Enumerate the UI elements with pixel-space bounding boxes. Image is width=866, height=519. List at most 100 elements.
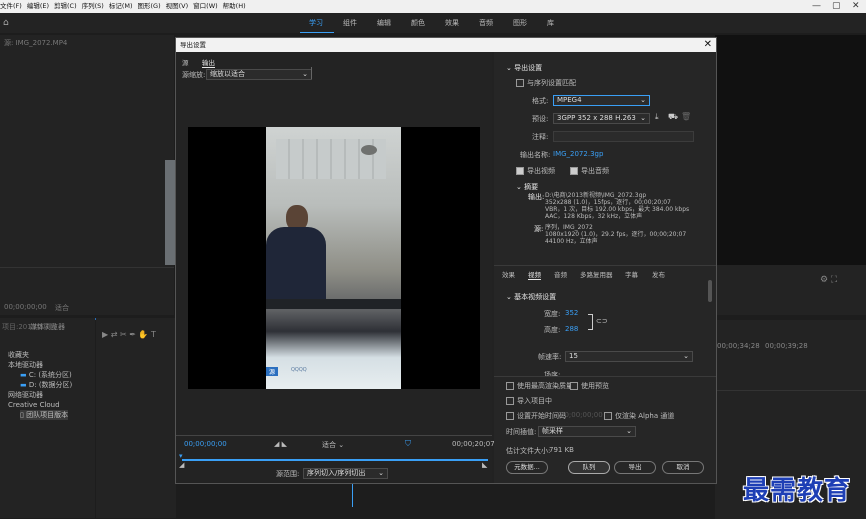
tab-output[interactable]: 输出	[202, 57, 215, 68]
tab-effects[interactable]: 效果	[502, 269, 515, 279]
menu-file[interactable]: 文件(F)	[0, 0, 27, 13]
checkbox	[570, 382, 578, 390]
frame-rate-select[interactable]: 15 ⌄	[565, 351, 693, 362]
export-button[interactable]: 导出	[614, 461, 656, 474]
tree-creative-cloud[interactable]: Creative Cloud	[8, 401, 60, 409]
source-scaling-select[interactable]: 缩放以适合 ⌄	[206, 69, 312, 80]
start-timecode-input[interactable]: 00;00;00;00	[560, 411, 603, 419]
export-video-checkbox[interactable]: 导出视频	[516, 166, 555, 176]
height-label: 高度:	[544, 326, 561, 334]
import-preset-icon[interactable]: ⛟	[668, 112, 678, 122]
home-icon[interactable]: ⌂	[3, 18, 13, 28]
queue-button[interactable]: 队列	[568, 461, 610, 474]
tree-favorites[interactable]: 收藏夹	[8, 350, 29, 360]
source-fit-select[interactable]: 适合	[55, 303, 69, 313]
time-interp-value: 帧采样	[542, 427, 563, 435]
menu-help[interactable]: 帮助(H)	[223, 0, 251, 13]
menu-view[interactable]: 视图(V)	[166, 0, 194, 13]
import-into-project-checkbox[interactable]: 导入项目中	[506, 396, 552, 406]
workspace-audio[interactable]: 音频	[479, 13, 493, 33]
height-value[interactable]: 288	[565, 325, 578, 333]
summary-output-line: AAC，128 Kbps，32 kHz，立体声	[545, 213, 643, 220]
comments-input[interactable]	[553, 131, 694, 142]
video-frame: 源 QQQQ	[266, 127, 401, 389]
out-point-icon[interactable]: ◣	[482, 461, 487, 469]
export-settings-header[interactable]: ⌄ 导出设置	[506, 63, 542, 73]
summary-output-label: 输出:	[528, 193, 545, 201]
workspace-editing[interactable]: 编辑	[377, 13, 391, 33]
workspace-learning[interactable]: 学习	[309, 13, 323, 33]
workspace-libraries[interactable]: 库	[547, 13, 554, 33]
summary-output-line: VBR，1 次，目标 192.00 kbps，最大 384.00 kbps	[545, 206, 690, 213]
preview-fit-select[interactable]: 适合 ⌄	[322, 440, 344, 450]
in-point-icon[interactable]: ◢	[179, 461, 184, 469]
export-audio-checkbox[interactable]: 导出音频	[570, 166, 609, 176]
menu-edit[interactable]: 编辑(E)	[27, 0, 54, 13]
tab-multiplexer[interactable]: 多路复用器	[580, 269, 613, 279]
render-alpha-label: 仅渲染 Alpha 通道	[615, 412, 675, 420]
tab-audio[interactable]: 音频	[554, 269, 567, 279]
tree-team-projects[interactable]: ▯ 团队项目版本	[20, 410, 69, 420]
dialog-close-button[interactable]: ✕	[704, 38, 712, 52]
width-value[interactable]: 352	[565, 309, 578, 317]
workspace-color[interactable]: 颜色	[411, 13, 425, 33]
match-sequence-checkbox[interactable]: 与序列设置匹配	[516, 78, 576, 88]
cancel-button[interactable]: 取消	[662, 461, 704, 474]
timeline-scrubber[interactable]	[182, 459, 488, 461]
link-icon[interactable]: ⊂⊃	[596, 317, 608, 325]
tab-captions[interactable]: 字幕	[625, 269, 638, 279]
chevron-down-icon: ⌄	[683, 352, 689, 360]
render-alpha-checkbox[interactable]: 仅渲染 Alpha 通道	[604, 411, 674, 421]
tab-video[interactable]: 视频	[528, 269, 541, 280]
tree-network-drives[interactable]: 网络驱动器	[8, 390, 43, 400]
max-render-quality-checkbox[interactable]: 使用最高渲染质量	[506, 381, 573, 391]
settings-scrollbar[interactable]	[708, 280, 712, 302]
menu-window[interactable]: 窗口(W)	[193, 0, 223, 13]
frame-rate-label: 帧速率:	[538, 353, 562, 361]
summary-source-line: 44100 Hz，立体声	[545, 238, 598, 245]
program-monitor-panel: ⚙ ⛶	[715, 35, 866, 315]
tab-source[interactable]: 源	[182, 57, 189, 67]
minimize-button[interactable]: —	[812, 0, 821, 13]
metadata-button[interactable]: 元数据...	[506, 461, 548, 474]
start-timecode-checkbox[interactable]: 设置开始时间码	[506, 411, 566, 421]
summary-source-line: 序列，IMG_2072	[545, 224, 593, 231]
chevron-down-icon: ⌄	[516, 183, 525, 191]
chevron-down-icon: ⌄	[640, 114, 646, 122]
format-select[interactable]: MPEG4 ⌄	[553, 95, 650, 106]
tab-publish[interactable]: 发布	[652, 269, 665, 279]
settings-wrench-icon[interactable]: ⛉	[405, 439, 411, 449]
output-name-link[interactable]: IMG_2072.3gp	[553, 150, 603, 158]
menu-marker[interactable]: 标记(M)	[109, 0, 138, 13]
save-preset-icon[interactable]: ⤓	[655, 112, 659, 122]
restore-button[interactable]: ▢	[832, 0, 841, 13]
menu-clip[interactable]: 剪辑(C)	[54, 0, 82, 13]
comments-label: 注释:	[532, 133, 549, 141]
settings-icon[interactable]: ⚙ ⛶	[820, 275, 837, 285]
summary-header[interactable]: ⌄ 摘要	[516, 182, 538, 192]
preset-select[interactable]: 3GPP 352 x 288 H.263 ⌄	[553, 113, 650, 124]
delete-preset-icon[interactable]: 🗑	[681, 112, 691, 121]
menu-graphics[interactable]: 图形(G)	[138, 0, 166, 13]
tree-local-drives[interactable]: 本地驱动器	[8, 360, 43, 370]
preset-value: 3GPP 352 x 288 H.263	[557, 114, 636, 122]
playhead-icon[interactable]: ▾	[179, 452, 183, 460]
tree-drive-c[interactable]: ▬ C: (系统分区)	[20, 370, 72, 380]
drive-icon: ▬	[20, 371, 29, 379]
mark-in-out-icons[interactable]: ◢ ◣	[274, 440, 287, 448]
menu-sequence[interactable]: 序列(S)	[82, 0, 109, 13]
window-close-button[interactable]: ✕	[852, 0, 860, 13]
workspace-effects[interactable]: 效果	[445, 13, 459, 33]
active-workspace-underline	[300, 32, 334, 33]
tree-drive-d[interactable]: ▬ D: (数据分区)	[20, 380, 72, 390]
chevron-down-icon: ⌄	[626, 427, 632, 435]
workspace-graphics[interactable]: 图形	[513, 13, 527, 33]
use-previews-checkbox[interactable]: 使用预览	[570, 381, 609, 391]
basic-video-header[interactable]: ⌄ 基本视频设置	[506, 292, 556, 302]
tools-icons[interactable]: ▶ ⇄ ✂ ✒ ✋ T	[102, 330, 156, 339]
output-preview: 源 QQQQ	[188, 127, 480, 389]
source-range-select[interactable]: 序列切入/序列切出 ⌄	[303, 468, 388, 479]
media-browser-tab[interactable]: 媒体浏览器	[30, 322, 65, 332]
workspace-assembly[interactable]: 组件	[343, 13, 357, 33]
time-interp-select[interactable]: 帧采样 ⌄	[538, 426, 636, 437]
